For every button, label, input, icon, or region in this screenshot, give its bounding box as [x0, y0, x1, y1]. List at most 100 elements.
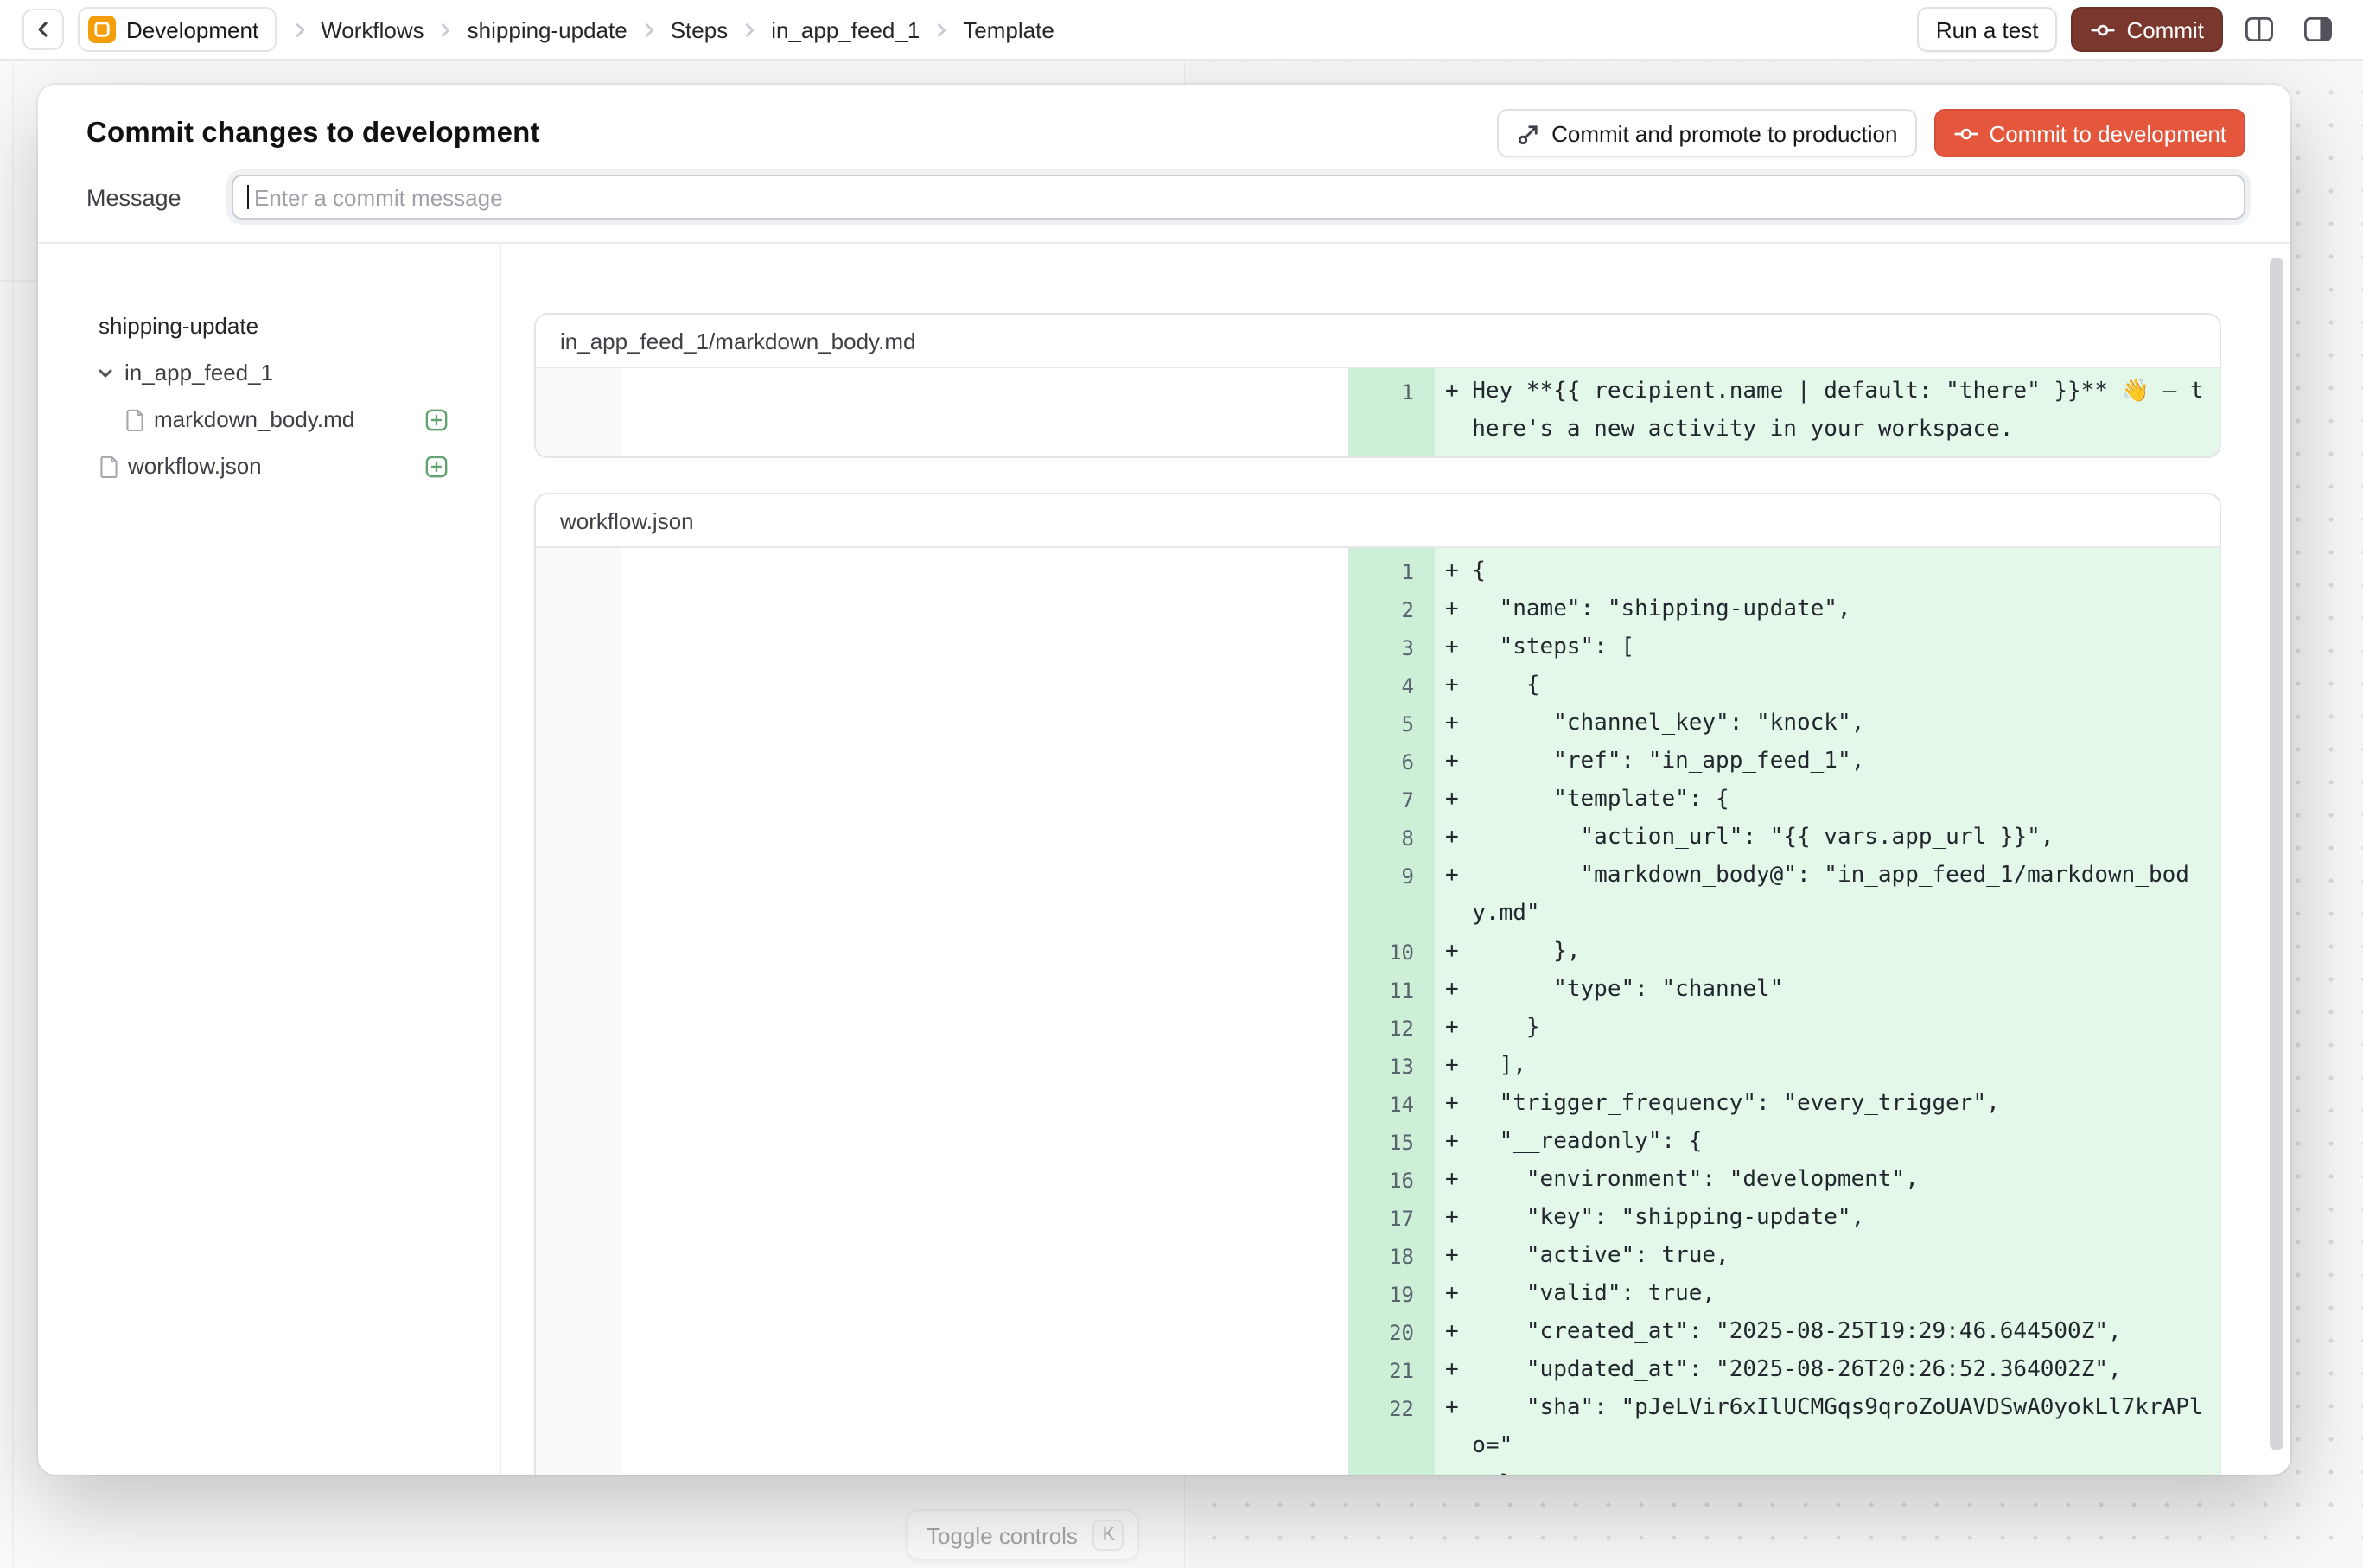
diff-code: "sha": "pJeLVir6xIlUCMGqs9qroZoUAVDSwA0y…: [1472, 1390, 2216, 1466]
diff-code: "channel_key": "knock",: [1472, 705, 1864, 743]
diff-line-content: + "channel_key": "knock",: [1435, 705, 1864, 743]
diff-add-marker: +: [1445, 373, 1472, 449]
tree-file-row[interactable]: workflow.json: [38, 443, 500, 489]
diff-code: },: [1472, 934, 1580, 972]
diff-add-marker: +: [1445, 972, 1472, 1010]
line-number: 7: [1348, 781, 1435, 819]
diff-code: "action_url": "{{ vars.app_url }}",: [1472, 819, 2054, 857]
line-number: 18: [1348, 1238, 1435, 1276]
commit-message-input[interactable]: [232, 175, 2245, 220]
promote-production-button[interactable]: Commit and promote to production: [1496, 109, 1916, 157]
tree-file-row[interactable]: markdown_body.md: [38, 396, 500, 443]
diff-added-icon: [425, 455, 448, 477]
diff-line: 8 + "action_url": "{{ vars.app_url }}",: [1348, 819, 2220, 857]
diff-line: 3+ "steps": [: [1348, 629, 2220, 667]
promote-production-label: Commit and promote to production: [1551, 120, 1897, 146]
diff-split-view: 1+Hey **{{ recipient.name | default: "th…: [536, 368, 2220, 456]
top-bar: Development Workflows shipping-update Step…: [0, 0, 2363, 61]
commit-message-row: Message: [38, 175, 2290, 220]
back-button[interactable]: [22, 9, 64, 50]
diff-line-content: +{: [1435, 553, 1486, 591]
commit-development-label: Commit to development: [1989, 120, 2226, 146]
tree-folder-row[interactable]: in_app_feed_1: [38, 349, 500, 396]
line-number: 1: [1348, 373, 1435, 449]
tree-root-row[interactable]: shipping-update: [38, 303, 500, 349]
message-input-wrap: [232, 175, 2245, 220]
diff-line-content: + {: [1435, 667, 1540, 705]
diff-line: 5+ "channel_key": "knock",: [1348, 705, 2220, 743]
line-number: 20: [1348, 1314, 1435, 1352]
diff-line-content: + "__readonly": {: [1435, 1124, 1702, 1162]
diff-file-name: workflow.json: [560, 507, 694, 533]
line-number: 6: [1348, 743, 1435, 781]
panel-right-icon: [2302, 14, 2334, 45]
chevron-left-icon: [33, 19, 54, 40]
line-number: 9: [1348, 857, 1435, 934]
commit-button[interactable]: Commit: [2071, 7, 2223, 52]
diff-add-marker: +: [1445, 667, 1472, 705]
diff-code: "valid": true,: [1472, 1276, 1716, 1314]
panel-right-toggle-button[interactable]: [2296, 7, 2341, 52]
diff-add-marker: +: [1445, 819, 1472, 857]
diff-add-marker: +: [1445, 553, 1472, 591]
diff-list: in_app_feed_1/markdown_body.md1+Hey **{{…: [501, 244, 2290, 1475]
diff-line-content: + "sha": "pJeLVir6xIlUCMGqs9qroZoUAVDSwA…: [1435, 1390, 2216, 1466]
line-number: 12: [1348, 1010, 1435, 1048]
diff-line: 22+ "sha": "pJeLVir6xIlUCMGqs9qroZoUAVDS…: [1348, 1390, 2220, 1466]
line-number: 17: [1348, 1200, 1435, 1238]
chevron-down-icon: [95, 362, 116, 383]
diff-line: 20+ "created_at": "2025-08-25T19:29:46.6…: [1348, 1314, 2220, 1352]
chevron-right-icon: [640, 20, 659, 39]
chevron-right-icon: [436, 20, 455, 39]
diff-add-marker: +: [1445, 1352, 1472, 1390]
diff-line-content: + "updated_at": "2025-08-26T20:26:52.364…: [1435, 1352, 2122, 1390]
diff-code: }: [1472, 1010, 1539, 1048]
diff-line-content: + "markdown_body@": "in_app_feed_1/markd…: [1435, 857, 2216, 934]
breadcrumb-item[interactable]: Workflows: [321, 16, 424, 42]
diff-code: "ref": "in_app_feed_1",: [1472, 743, 1864, 781]
diff-old-gutter: [536, 548, 622, 1475]
modal-scrollbar[interactable]: [2270, 258, 2283, 1450]
diff-line-content: + "steps": [: [1435, 629, 1634, 667]
diff-old-gutter: [536, 368, 622, 456]
environment-label: Development: [126, 16, 258, 42]
diff-code: "key": "shipping-update",: [1472, 1200, 1864, 1238]
diff-line: 14+ "trigger_frequency": "every_trigger"…: [1348, 1086, 2220, 1124]
columns-layout-icon: [2244, 14, 2275, 45]
tree-file-label: workflow.json: [128, 453, 262, 479]
diff-add-marker: +: [1445, 591, 1472, 629]
commit-development-button[interactable]: Commit to development: [1933, 109, 2245, 157]
run-test-button[interactable]: Run a test: [1917, 7, 2058, 52]
line-number: 3: [1348, 629, 1435, 667]
breadcrumb-item[interactable]: Template: [963, 16, 1054, 42]
line-number: 11: [1348, 972, 1435, 1010]
diff-add-marker: +: [1445, 1086, 1472, 1124]
panel-left-toggle-button[interactable]: [2237, 7, 2282, 52]
diff-line-content: + "type": "channel": [1435, 972, 1783, 1010]
environment-chip[interactable]: Development: [78, 7, 276, 52]
diff-code: "name": "shipping-update",: [1472, 591, 1850, 629]
line-number: 21: [1348, 1352, 1435, 1390]
diff-line: 7+ "template": {: [1348, 781, 2220, 819]
diff-line: 13+ ],: [1348, 1048, 2220, 1086]
line-number: 10: [1348, 934, 1435, 972]
diff-line-content: +Hey **{{ recipient.name | default: "the…: [1435, 373, 2216, 449]
diff-line-content: + }: [1435, 1010, 1540, 1048]
git-commit-icon: [2090, 16, 2116, 42]
line-number: 15: [1348, 1124, 1435, 1162]
modal-body: shipping-update in_app_feed_1 markdown_b…: [38, 244, 2290, 1475]
breadcrumb-item[interactable]: Steps: [671, 16, 729, 42]
chevron-right-icon: [290, 20, 309, 39]
diff-code: "steps": [: [1472, 629, 1634, 667]
tree-folder-label: in_app_feed_1: [124, 360, 273, 386]
diff-add-marker: +: [1445, 1124, 1472, 1162]
breadcrumb-item[interactable]: shipping-update: [468, 16, 627, 42]
diff-line: 1+{: [1348, 553, 2220, 591]
diff-line: 16+ "environment": "development",: [1348, 1162, 2220, 1200]
diff-line-content: + },: [1435, 934, 1581, 972]
line-number: 8: [1348, 819, 1435, 857]
commit-modal: Commit changes to development Commit and…: [38, 85, 2290, 1475]
diff-file-header: in_app_feed_1/markdown_body.md: [536, 315, 2220, 368]
breadcrumb-item[interactable]: in_app_feed_1: [771, 16, 920, 42]
line-number: 23: [1348, 1466, 1435, 1475]
